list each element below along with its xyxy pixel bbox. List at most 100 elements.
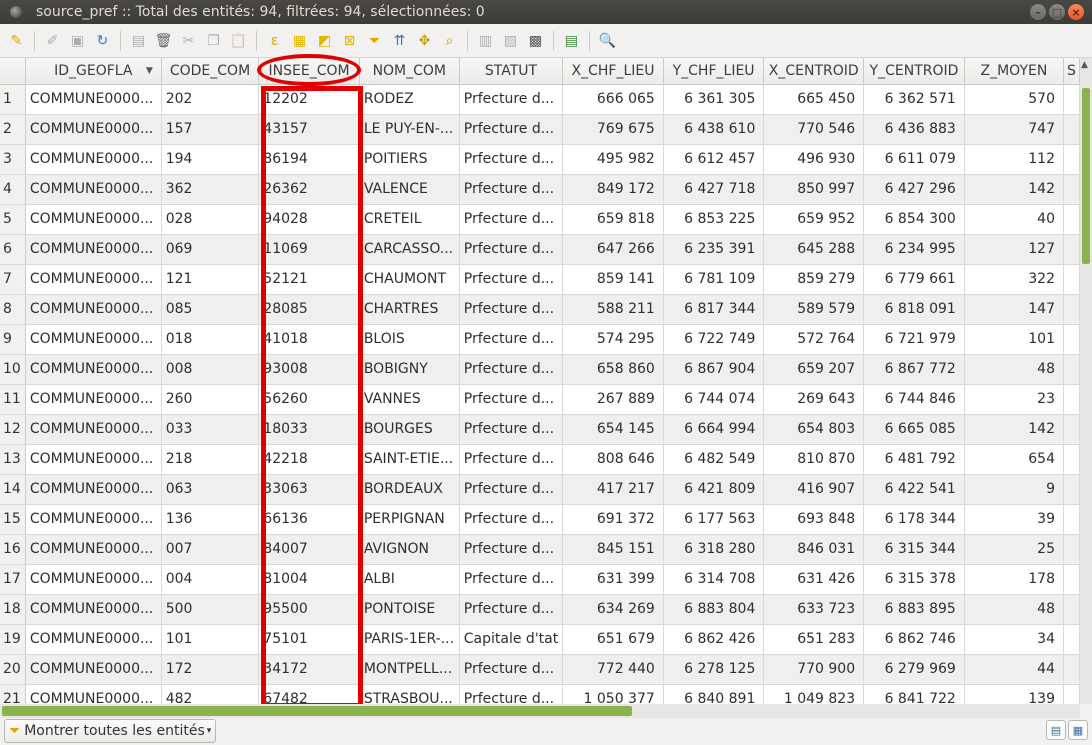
table-cell[interactable]: CARCASSO... (359, 234, 460, 265)
column-header[interactable]: CODE_COM (161, 58, 260, 85)
table-cell[interactable]: 6 781 109 (663, 264, 765, 295)
multi-edit-icon[interactable]: ✐ (43, 31, 63, 51)
table-cell[interactable]: SAINT-ETIE... (359, 444, 460, 475)
table-cell[interactable]: PERPIGNAN (359, 504, 460, 535)
table-cell[interactable]: 6 817 344 (663, 294, 765, 325)
row-number-header[interactable]: 1 (0, 84, 26, 115)
table-cell[interactable]: 6 818 091 (863, 294, 965, 325)
new-field-icon[interactable]: ▥ (476, 31, 496, 51)
table-cell[interactable]: 570 (964, 84, 1065, 115)
table-cell[interactable]: COMMUNE0000... (25, 684, 162, 704)
table-cell[interactable]: Prfecture d... (459, 414, 564, 445)
table-cell[interactable]: 631 426 (763, 564, 865, 595)
table-cell[interactable]: COMMUNE0000... (25, 144, 162, 175)
table-cell[interactable]: 6 362 571 (863, 84, 965, 115)
table-cell[interactable]: 772 440 (562, 654, 664, 685)
table-cell[interactable]: COMMUNE0000... (25, 504, 162, 535)
table-cell[interactable]: 008 (161, 354, 260, 385)
table-cell[interactable]: 86194 (258, 144, 360, 175)
table-cell[interactable]: 48 (964, 594, 1065, 625)
table-cell[interactable]: COMMUNE0000... (25, 444, 162, 475)
table-cell[interactable]: 063 (161, 474, 260, 505)
table-cell[interactable]: CHAUMONT (359, 264, 460, 295)
table-cell[interactable]: 26362 (258, 174, 360, 205)
table-cell[interactable]: CHARTRES (359, 294, 460, 325)
table-cell[interactable]: Prfecture d... (459, 594, 564, 625)
table-cell[interactable]: 67482 (258, 684, 360, 704)
table-cell[interactable]: 6 721 979 (863, 324, 965, 355)
table-cell[interactable]: 34 (964, 624, 1065, 655)
table-cell[interactable]: 850 997 (763, 174, 865, 205)
table-cell[interactable]: Prfecture d... (459, 294, 564, 325)
table-cell[interactable]: 018 (161, 324, 260, 355)
table-cell[interactable]: 659 207 (763, 354, 865, 385)
table-cell[interactable]: STRASBOU... (359, 684, 460, 704)
table-cell[interactable]: POITIERS (359, 144, 460, 175)
table-cell[interactable]: 6 779 661 (863, 264, 965, 295)
table-row[interactable]: 6 COMMUNE0000... 069 11069 CARCASSO... Prfect… (0, 234, 1080, 265)
table-cell[interactable]: 004 (161, 564, 260, 595)
horizontal-scrollbar[interactable] (0, 704, 1080, 718)
row-number-header[interactable]: 8 (0, 294, 26, 325)
table-cell[interactable]: 482 (161, 684, 260, 704)
table-cell[interactable]: AVIGNON (359, 534, 460, 565)
table-corner[interactable] (0, 58, 26, 85)
close-button[interactable]: × (1068, 4, 1084, 20)
table-cell[interactable]: LE PUY-EN-... (359, 114, 460, 145)
delete-feature-icon[interactable]: 🗑 (154, 31, 174, 51)
table-cell[interactable]: BOBIGNY (359, 354, 460, 385)
filter-selection-icon[interactable]: ⏷ (365, 31, 385, 51)
table-cell[interactable]: 322 (964, 264, 1065, 295)
column-header[interactable]: X_CENTROID (763, 58, 865, 85)
actions-icon[interactable]: 🔍 (598, 31, 618, 51)
table-cell[interactable]: 6 427 296 (863, 174, 965, 205)
table-row[interactable]: 3 COMMUNE0000... 194 86194 POITIERS Prfecture… (0, 144, 1080, 175)
table-cell[interactable]: 6 883 804 (663, 594, 765, 625)
table-cell[interactable]: 6 178 344 (863, 504, 965, 535)
save-edits-icon[interactable]: ▣ (68, 31, 88, 51)
table-cell[interactable]: 6 177 563 (663, 504, 765, 535)
table-cell[interactable]: ALBI (359, 564, 460, 595)
table-cell[interactable]: 6 421 809 (663, 474, 765, 505)
column-header[interactable]: Z_MOYEN (964, 58, 1065, 85)
table-row[interactable]: 9 COMMUNE0000... 018 41018 BLOIS Prfecture d.… (0, 324, 1080, 355)
table-cell[interactable]: 101 (964, 324, 1065, 355)
table-cell[interactable]: 496 930 (763, 144, 865, 175)
table-row[interactable]: 21 COMMUNE0000... 482 67482 STRASBOU... Prfec… (0, 684, 1080, 704)
table-cell[interactable]: COMMUNE0000... (25, 354, 162, 385)
table-cell[interactable]: 647 266 (562, 234, 664, 265)
table-cell[interactable]: Prfecture d... (459, 504, 564, 535)
column-header[interactable]: X_CHF_LIEU (562, 58, 664, 85)
table-cell[interactable]: CRETEIL (359, 204, 460, 235)
table-cell[interactable]: COMMUNE0000... (25, 294, 162, 325)
table-cell[interactable]: Prfecture d... (459, 144, 564, 175)
table-cell[interactable]: 572 764 (763, 324, 865, 355)
table-cell[interactable]: 654 145 (562, 414, 664, 445)
table-cell[interactable]: 1 049 823 (763, 684, 865, 704)
table-cell[interactable]: 846 031 (763, 534, 865, 565)
table-cell[interactable]: 142 (964, 414, 1065, 445)
table-cell[interactable]: COMMUNE0000... (25, 654, 162, 685)
table-cell[interactable]: 33063 (258, 474, 360, 505)
table-cell[interactable]: 859 279 (763, 264, 865, 295)
table-cell[interactable]: 127 (964, 234, 1065, 265)
table-cell[interactable]: 172 (161, 654, 260, 685)
row-number-header[interactable]: 16 (0, 534, 26, 565)
table-cell[interactable]: 666 065 (562, 84, 664, 115)
table-cell[interactable]: COMMUNE0000... (25, 594, 162, 625)
table-cell[interactable]: Prfecture d... (459, 354, 564, 385)
column-header[interactable]: ID_GEOFLA ▼ (25, 58, 162, 85)
row-number-header[interactable]: 12 (0, 414, 26, 445)
table-cell[interactable]: 691 372 (562, 504, 664, 535)
table-cell[interactable]: COMMUNE0000... (25, 324, 162, 355)
table-cell[interactable]: COMMUNE0000... (25, 534, 162, 565)
table-cell[interactable]: 1 050 377 (562, 684, 664, 704)
table-cell[interactable]: 6 438 610 (663, 114, 765, 145)
table-cell[interactable]: 416 907 (763, 474, 865, 505)
table-cell[interactable]: 94028 (258, 204, 360, 235)
add-feature-icon[interactable]: ▤ (129, 31, 149, 51)
table-cell[interactable]: Prfecture d... (459, 534, 564, 565)
table-cell[interactable]: 43157 (258, 114, 360, 145)
table-cell[interactable]: 121 (161, 264, 260, 295)
attribute-table[interactable]: ID_GEOFLA ▼ CODE_COM INSEE_COM NOM_COM ST… (0, 58, 1080, 704)
